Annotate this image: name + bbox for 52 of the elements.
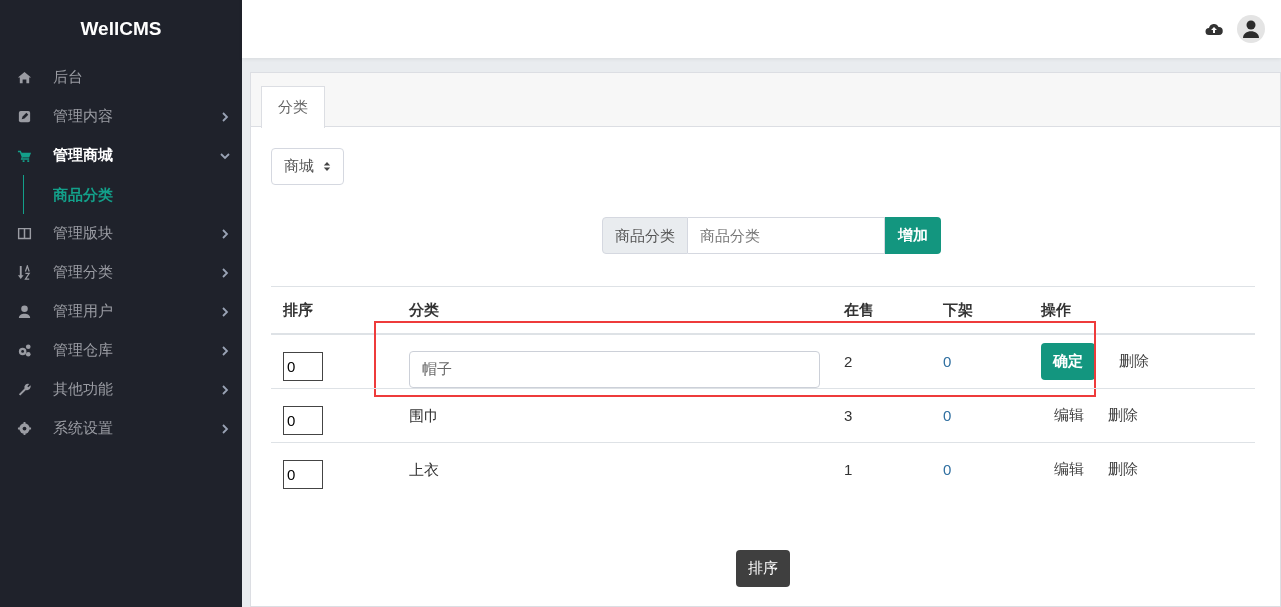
delete-link[interactable]: 删除 <box>1119 352 1149 371</box>
gear-icon <box>17 421 32 436</box>
sidebar-item[interactable]: 管理内容 <box>0 97 242 136</box>
user-icon <box>17 304 32 319</box>
tab[interactable]: 分类 <box>261 86 325 128</box>
sidebar-subitem[interactable]: 商品分类 <box>24 179 242 210</box>
gears-icon <box>17 343 32 358</box>
sidebar-item[interactable]: 管理版块 <box>0 214 242 253</box>
table-cell-text: 3 <box>844 406 853 426</box>
sort-caret-icon <box>323 161 331 172</box>
sidebar-item[interactable]: 管理用户 <box>0 292 242 331</box>
avatar-icon[interactable] <box>1237 15 1265 43</box>
sort-icon <box>17 265 32 280</box>
sidebar-item[interactable]: 管理分类 <box>0 253 242 292</box>
table-cell-text: 上衣 <box>409 460 439 480</box>
table-cell-text: 0 <box>943 352 952 372</box>
pencil-icon <box>17 109 32 124</box>
add-button[interactable]: 增加 <box>884 217 941 254</box>
sidebar-item[interactable]: 管理商城 <box>0 136 242 175</box>
sidebar-item[interactable]: 后台 <box>0 58 242 97</box>
sort-button[interactable]: 排序 <box>736 550 790 587</box>
cart-icon <box>17 148 32 163</box>
table-cell-text: 围巾 <box>409 406 439 426</box>
delete-link[interactable]: 删除 <box>1108 460 1138 479</box>
name-input[interactable]: 帽子 <box>409 351 820 388</box>
order-input[interactable]: 0 <box>283 460 323 489</box>
order-input[interactable]: 0 <box>283 406 323 435</box>
edit-link[interactable]: 编辑 <box>1054 460 1084 479</box>
confirm-button[interactable]: 确定 <box>1041 343 1095 380</box>
category-input[interactable]: 商品分类 <box>687 217 885 254</box>
sidebar-item[interactable]: 管理仓库 <box>0 331 242 370</box>
column-header: 在售 <box>843 300 875 320</box>
home-icon <box>17 70 32 85</box>
delete-link[interactable]: 删除 <box>1108 406 1138 425</box>
site-select[interactable]: 商城 <box>271 148 344 185</box>
column-header: 下架 <box>942 300 974 320</box>
table-cell-text: 2 <box>844 352 853 372</box>
column-header: 排序 <box>282 300 314 320</box>
table-cell-text: 1 <box>844 460 853 480</box>
sidebar-item[interactable]: 其他功能 <box>0 370 242 409</box>
columns-icon <box>17 226 32 241</box>
input-label: 商品分类 <box>601 217 688 254</box>
wrench-icon <box>17 382 32 397</box>
column-header: 分类 <box>408 300 440 320</box>
order-input[interactable]: 0 <box>283 352 323 381</box>
edit-link[interactable]: 编辑 <box>1054 406 1084 425</box>
column-header: 操作 <box>1040 300 1072 320</box>
table-cell-text: 0 <box>943 460 952 480</box>
table-cell-text: 0 <box>943 406 952 426</box>
brand-logo[interactable]: WellCMS <box>0 0 242 58</box>
cloud-upload-icon[interactable] <box>1205 22 1223 36</box>
sidebar-item[interactable]: 系统设置 <box>0 409 242 448</box>
